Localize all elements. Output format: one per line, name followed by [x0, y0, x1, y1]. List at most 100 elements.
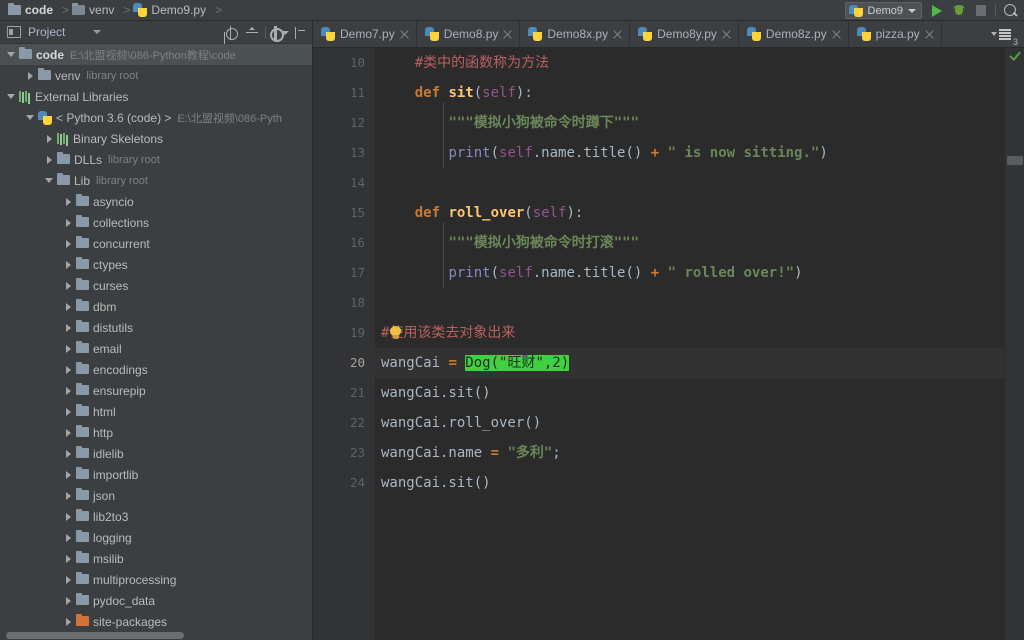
line-number[interactable]: 15 [313, 198, 375, 228]
stop-button[interactable] [971, 1, 991, 20]
tree-node[interactable]: Liblibrary root [0, 170, 312, 191]
line-number[interactable]: 16 [313, 228, 375, 258]
chevron-right-icon[interactable] [63, 532, 74, 543]
editor-tab[interactable]: pizza.py [849, 21, 942, 47]
marker-gutter[interactable] [1004, 48, 1024, 640]
line-number[interactable]: 12 [313, 108, 375, 138]
line-number[interactable]: 11 [313, 78, 375, 108]
chevron-right-icon[interactable] [44, 154, 55, 165]
code-line[interactable]: wangCai.name = "多利"; [375, 438, 1004, 468]
chevron-right-icon[interactable] [63, 385, 74, 396]
breadcrumb-item-demo9[interactable]: Demo9.py [131, 0, 214, 20]
editor-tab[interactable]: Demo8y.py [630, 21, 739, 47]
tree-node[interactable]: email [0, 338, 312, 359]
code-content[interactable]: #类中的函数称为方法 def sit(self): """模拟小狗被命令时蹲下"… [375, 48, 1004, 640]
tree-node[interactable]: multiprocessing [0, 569, 312, 590]
tree-node[interactable]: lib2to3 [0, 506, 312, 527]
project-horizontal-scrollbar[interactable] [0, 631, 312, 640]
tree-node[interactable]: html [0, 401, 312, 422]
chevron-right-icon[interactable] [63, 595, 74, 606]
chevron-right-icon[interactable] [63, 427, 74, 438]
line-number[interactable]: 17 [313, 258, 375, 288]
chevron-right-icon[interactable] [63, 322, 74, 333]
line-number-gutter[interactable]: 101112131415161718192021222324 [313, 48, 375, 640]
run-configuration-selector[interactable]: Demo9 [845, 2, 922, 19]
breadcrumb-item-venv[interactable]: venv [70, 0, 122, 20]
collapse-all-button[interactable] [242, 23, 262, 43]
project-tree[interactable]: codeE:\北盟视频\086-Python教程\codevenvlibrary… [0, 44, 312, 631]
close-icon[interactable] [925, 30, 934, 39]
chevron-right-icon[interactable] [63, 574, 74, 585]
line-number[interactable]: 24 [313, 468, 375, 498]
chevron-right-icon[interactable] [63, 196, 74, 207]
code-line[interactable]: wangCai = Dog("旺财",2) [375, 348, 1004, 378]
tree-node[interactable]: ctypes [0, 254, 312, 275]
editor-tab[interactable]: Demo8z.py [739, 21, 849, 47]
line-number[interactable]: 13 [313, 138, 375, 168]
line-number[interactable]: 21 [313, 378, 375, 408]
search-everywhere-button[interactable] [1000, 1, 1020, 20]
tree-node[interactable]: asyncio [0, 191, 312, 212]
close-icon[interactable] [722, 30, 731, 39]
chevron-right-icon[interactable] [63, 259, 74, 270]
tree-node[interactable]: Binary Skeletons [0, 128, 312, 149]
tree-node[interactable]: json [0, 485, 312, 506]
settings-button[interactable] [269, 23, 289, 43]
editor-tab[interactable]: Demo8x.py [520, 21, 630, 47]
chevron-right-icon[interactable] [63, 406, 74, 417]
chevron-right-icon[interactable] [63, 448, 74, 459]
chevron-down-icon[interactable] [6, 49, 17, 60]
chevron-right-icon[interactable] [63, 490, 74, 501]
tree-node[interactable]: encodings [0, 359, 312, 380]
tree-node[interactable]: codeE:\北盟视频\086-Python教程\code [0, 44, 312, 65]
line-number[interactable]: 19 [313, 318, 375, 348]
scrollbar-thumb[interactable] [1007, 156, 1023, 165]
tree-node[interactable]: venvlibrary root [0, 65, 312, 86]
tree-node[interactable]: importlib [0, 464, 312, 485]
chevron-right-icon[interactable] [63, 280, 74, 291]
chevron-right-icon[interactable] [63, 343, 74, 354]
chevron-right-icon[interactable] [63, 301, 74, 312]
chevron-down-icon[interactable] [25, 112, 36, 123]
tree-node[interactable]: collections [0, 212, 312, 233]
code-line[interactable]: """模拟小狗被命令时蹲下""" [375, 108, 1004, 138]
close-icon[interactable] [832, 30, 841, 39]
line-number[interactable]: 14 [313, 168, 375, 198]
intention-bulb-icon[interactable] [389, 326, 402, 341]
code-line[interactable]: #使用该类去对象出来 [375, 318, 1004, 348]
close-icon[interactable] [503, 30, 512, 39]
chevron-right-icon[interactable] [63, 553, 74, 564]
code-line[interactable]: """模拟小狗被命令时打滚""" [375, 228, 1004, 258]
tree-node[interactable]: < Python 3.6 (code) >E:\北盟视频\086-Pyth [0, 107, 312, 128]
code-line[interactable]: print(self.name.title() + " is now sitti… [375, 138, 1004, 168]
hide-panel-button[interactable] [290, 23, 310, 43]
run-button[interactable] [927, 1, 947, 20]
code-line[interactable]: def roll_over(self): [375, 198, 1004, 228]
chevron-right-icon[interactable] [63, 469, 74, 480]
tab-list-button[interactable]: 3 [985, 21, 1024, 47]
chevron-right-icon[interactable] [63, 616, 74, 627]
locate-button[interactable] [221, 23, 241, 43]
code-line[interactable]: wangCai.roll_over() [375, 408, 1004, 438]
chevron-right-icon[interactable] [63, 364, 74, 375]
chevron-right-icon[interactable] [44, 133, 55, 144]
tree-node[interactable]: concurrent [0, 233, 312, 254]
code-line[interactable]: print(self.name.title() + " rolled over!… [375, 258, 1004, 288]
tree-node[interactable]: msilib [0, 548, 312, 569]
tree-node[interactable]: logging [0, 527, 312, 548]
line-number[interactable]: 23 [313, 438, 375, 468]
tree-node[interactable]: site-packages [0, 611, 312, 631]
tree-node[interactable]: distutils [0, 317, 312, 338]
line-number[interactable]: 10 [313, 48, 375, 78]
code-line[interactable] [375, 288, 1004, 318]
chevron-right-icon[interactable] [25, 70, 36, 81]
tree-node[interactable]: dbm [0, 296, 312, 317]
breadcrumb-item-code[interactable]: code [6, 0, 61, 20]
chevron-down-icon[interactable] [6, 91, 17, 102]
chevron-down-icon[interactable] [44, 175, 55, 186]
chevron-down-icon[interactable] [93, 30, 101, 34]
code-line[interactable]: #类中的函数称为方法 [375, 48, 1004, 78]
line-number[interactable]: 18 [313, 288, 375, 318]
code-line[interactable]: wangCai.sit() [375, 378, 1004, 408]
tree-node[interactable]: ensurepip [0, 380, 312, 401]
